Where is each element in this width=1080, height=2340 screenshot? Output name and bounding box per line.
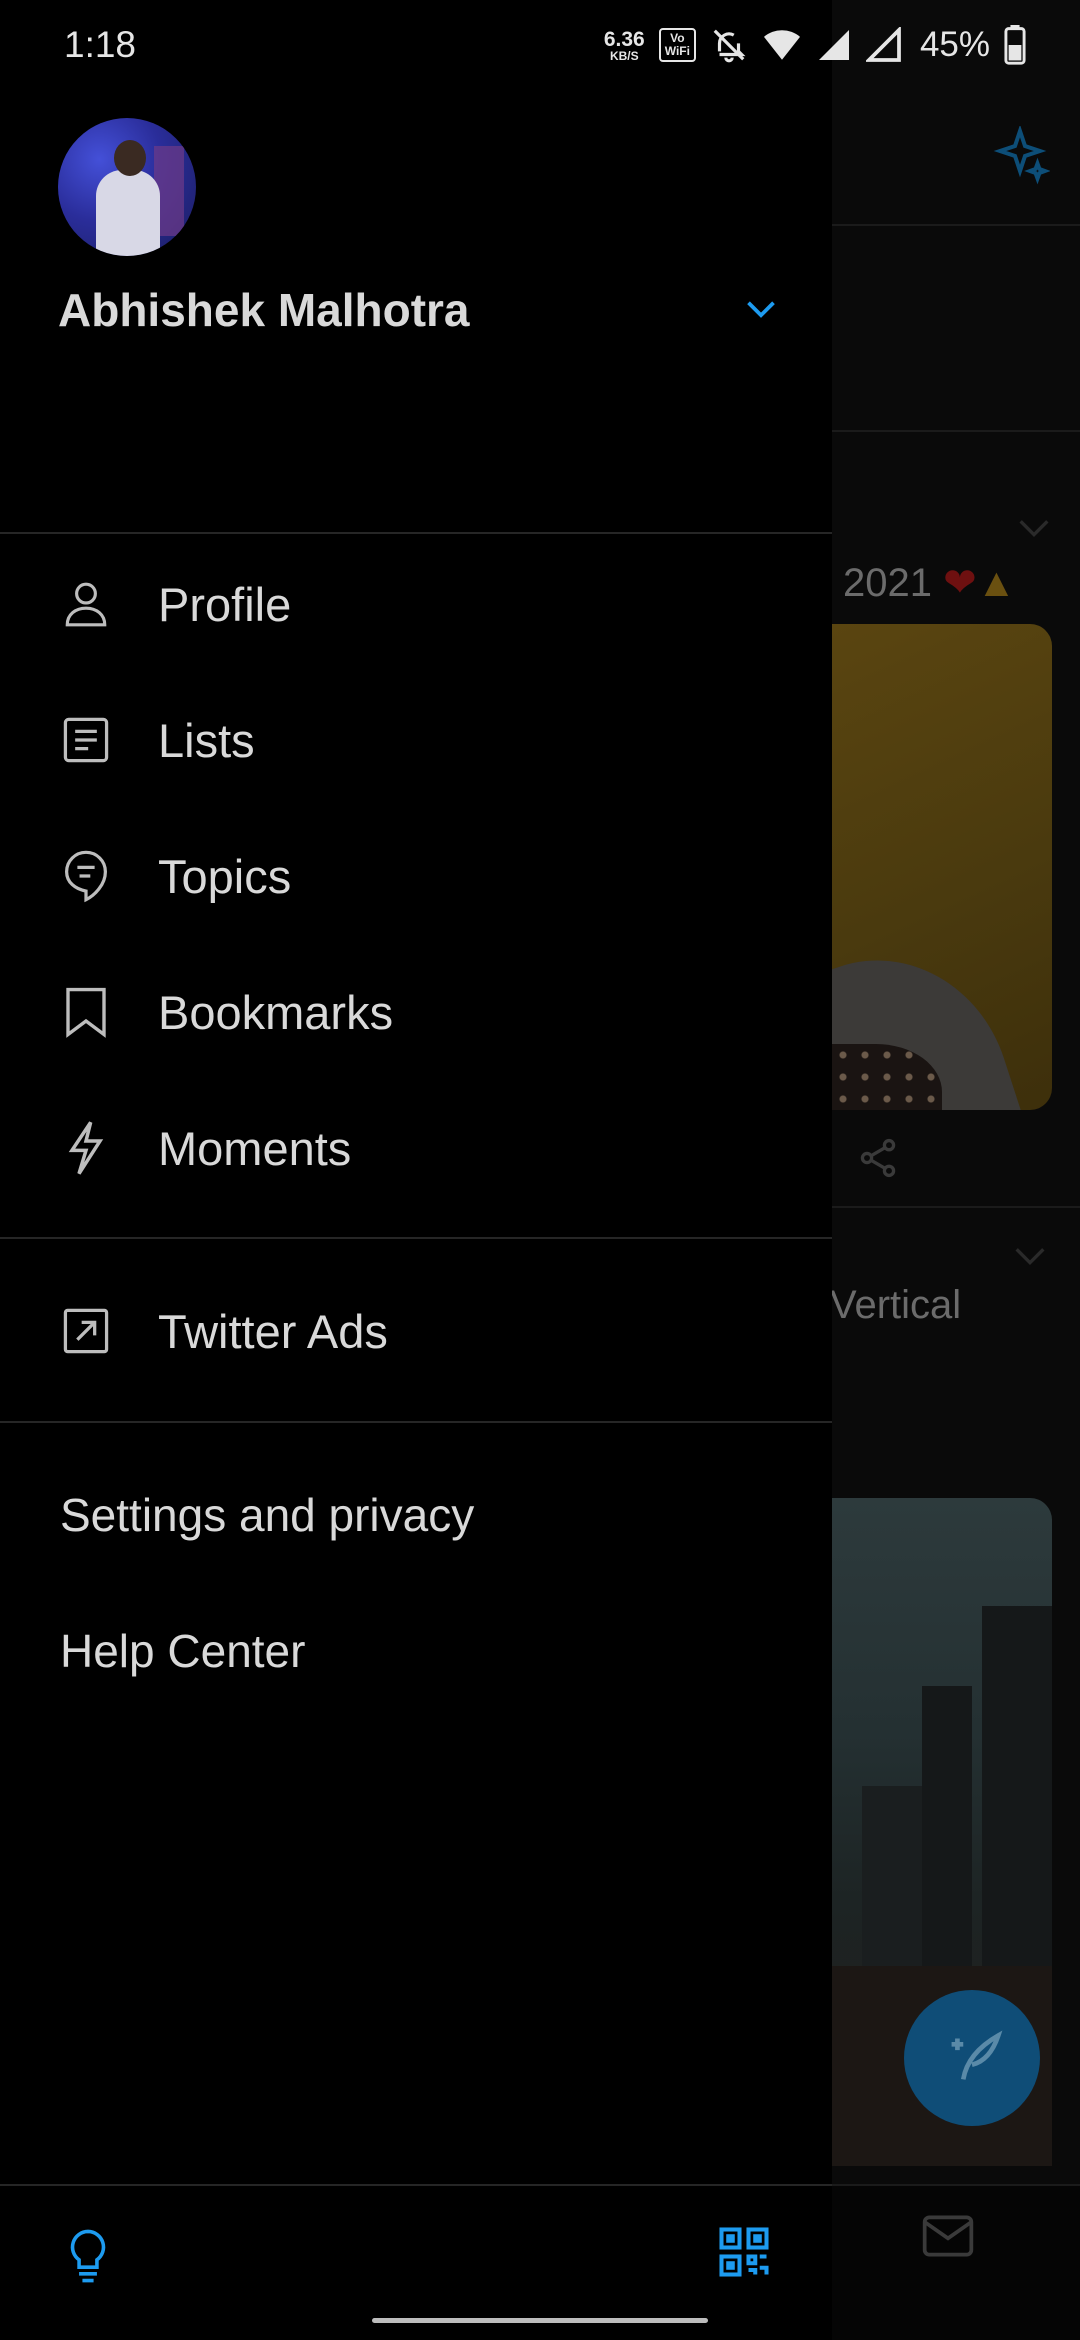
tweet-date-text: 2021 [843, 561, 932, 605]
sparkle-icon[interactable] [990, 124, 1051, 191]
menu-item-label: Bookmarks [158, 985, 394, 1039]
menu-item-moments[interactable]: Moments [0, 1088, 832, 1208]
signal-icon-1 [816, 27, 852, 63]
network-speed: 6.36 KB/S [604, 29, 645, 62]
menu-item-label: Profile [158, 577, 292, 631]
feed-divider [832, 430, 1080, 432]
compose-tweet-button[interactable] [904, 1990, 1040, 2126]
home-indicator[interactable] [372, 2318, 708, 2323]
avatar-head-shape [114, 140, 146, 176]
network-speed-value: 6.36 [603, 27, 645, 51]
drawer-divider [0, 1421, 832, 1423]
folded-hands-emoji-icon: ▲ [976, 561, 1017, 605]
tweet-media-image[interactable] [832, 624, 1052, 1110]
help-center-link[interactable]: Help Center [60, 1624, 305, 1678]
settings-and-privacy-link[interactable]: Settings and privacy [60, 1488, 474, 1542]
menu-item-lists[interactable]: Lists [0, 680, 832, 800]
tweet-text-2: Vertical [830, 1283, 962, 1327]
moments-icon [58, 1120, 114, 1176]
menu-item-topics[interactable]: Topics [0, 816, 832, 936]
tweet-text: 2021 ❤▲ [843, 560, 1016, 606]
external-link-icon [58, 1303, 114, 1359]
menu-item-bookmarks[interactable]: Bookmarks [0, 952, 832, 1072]
menu-item-label: Lists [158, 713, 255, 767]
lists-icon [58, 712, 114, 768]
qr-code-icon [717, 2225, 771, 2284]
battery-percent: 45% [919, 25, 990, 64]
avatar[interactable] [58, 118, 196, 256]
screen: 1:18 6.36 KB/S Vo WiFi 45% 2021 ❤▲ Verti… [0, 0, 1080, 2340]
drawer-divider [0, 1237, 832, 1239]
menu-item-twitter-ads[interactable]: Twitter Ads [0, 1271, 832, 1391]
drawer-divider [0, 532, 832, 534]
navigation-drawer: Abhishek Malhotra Profile Lists Topics B… [0, 0, 832, 2340]
menu-item-label: Moments [158, 1121, 352, 1175]
share-icon[interactable] [856, 1136, 900, 1185]
person-icon [58, 576, 114, 632]
status-bar: 1:18 6.36 KB/S Vo WiFi 45% [0, 0, 1080, 90]
status-time: 1:18 [64, 24, 137, 65]
drawer-footer [0, 2184, 832, 2340]
battery-icon [1004, 25, 1026, 65]
avatar-body-shape [96, 170, 160, 256]
account-switcher-button[interactable] [740, 290, 782, 332]
chevron-down-icon [746, 299, 776, 324]
feed-bottom-nav [832, 2184, 1080, 2340]
bookmark-icon [58, 984, 114, 1040]
signal-icon-2 [865, 27, 902, 63]
chevron-down-icon[interactable] [1018, 518, 1050, 543]
account-name[interactable]: Abhishek Malhotra [58, 283, 470, 337]
night-mode-button[interactable] [48, 2218, 128, 2298]
feed-divider [832, 1206, 1080, 1208]
topics-icon [58, 848, 114, 904]
qr-code-button[interactable] [704, 2214, 784, 2294]
menu-item-label: Topics [158, 849, 292, 903]
network-speed-unit: KB/S [609, 48, 639, 63]
lightbulb-icon [65, 2227, 111, 2290]
menu-item-label: Twitter Ads [158, 1304, 388, 1358]
volte-bottom-text: WiFi [664, 44, 690, 58]
feed-divider [832, 224, 1080, 226]
menu-item-profile[interactable]: Profile [0, 544, 832, 664]
volte-wifi-icon: Vo WiFi [658, 28, 696, 62]
mute-icon [710, 26, 748, 64]
chevron-down-icon[interactable] [1014, 1246, 1046, 1271]
wifi-icon [762, 27, 802, 63]
heart-emoji-icon: ❤ [943, 561, 977, 605]
compose-tweet-icon [937, 2021, 1007, 2096]
status-icons: 6.36 KB/S Vo WiFi 45% [604, 20, 1026, 70]
mail-icon[interactable] [920, 2212, 976, 2265]
